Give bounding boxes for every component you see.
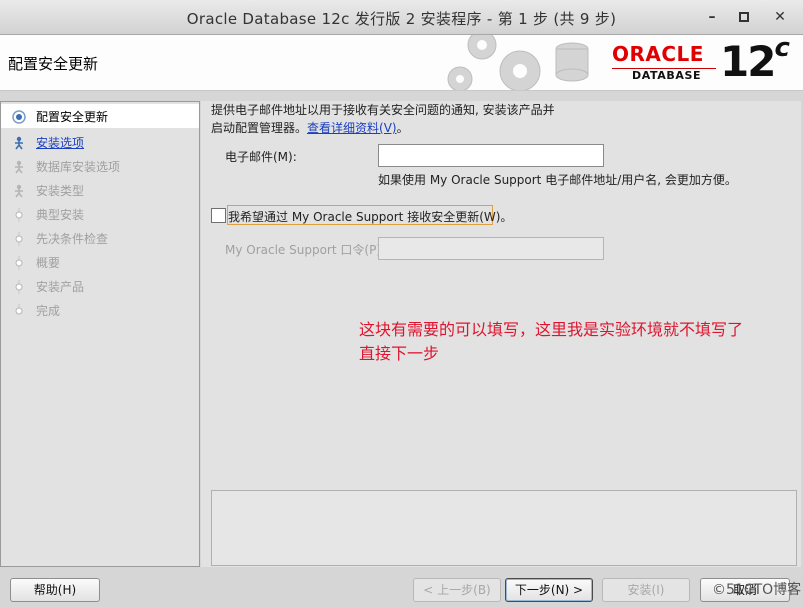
step-install-options[interactable]: 安装选项 bbox=[1, 130, 199, 154]
description-line-2: 启动配置管理器。查看详细资料(V)。 bbox=[211, 119, 771, 137]
maximize-button[interactable] bbox=[734, 8, 754, 26]
gears-graphic bbox=[447, 35, 589, 90]
step-walker-icon bbox=[15, 160, 23, 174]
description-line-1: 提供电子邮件地址以用于接收有关安全问题的通知, 安装该产品并 bbox=[211, 103, 555, 117]
step-label: 安装产品 bbox=[36, 280, 85, 294]
page-header: 配置安全更新 ORACLE DATABASE 12c bbox=[0, 35, 803, 91]
annotation-line-1: 这块有需要的可以填写，这里我是实验环境就不填写了 bbox=[359, 320, 744, 339]
step-walker-icon bbox=[15, 136, 23, 150]
email-field[interactable] bbox=[378, 144, 604, 167]
close-button[interactable]: ✕ bbox=[770, 8, 790, 26]
step-prerequisite-checks: 先决条件检查 bbox=[1, 226, 199, 250]
password-label: My Oracle Support 口令(P): bbox=[225, 243, 386, 257]
description: 提供电子邮件地址以用于接收有关安全问题的通知, 安装该产品并 启动配置管理器。查… bbox=[211, 101, 771, 137]
receive-updates-checkbox[interactable] bbox=[211, 208, 226, 223]
view-details-link[interactable]: 查看详细资料(V) bbox=[307, 121, 397, 135]
step-label: 概要 bbox=[36, 256, 61, 270]
step-install-product: 安装产品 bbox=[1, 274, 199, 298]
step-pending-icon bbox=[15, 280, 23, 294]
window-title: Oracle Database 12c 发行版 2 安装程序 - 第 1 步 (… bbox=[186, 10, 617, 28]
step-pending-icon bbox=[15, 232, 23, 246]
email-label: 电子邮件(M): bbox=[225, 150, 297, 164]
step-navigation: 配置安全更新 安装选项 数据库安装选项 安装类型 典型安装 先决条件检查 概要 … bbox=[0, 101, 200, 567]
step-finish: 完成 bbox=[1, 298, 199, 322]
version-logo: 12c bbox=[720, 35, 790, 86]
next-button[interactable]: 下一步(N) > bbox=[505, 578, 593, 602]
step-pending-icon bbox=[15, 304, 23, 315]
logo-divider bbox=[612, 68, 716, 69]
back-button[interactable]: < 上一步(B) bbox=[413, 578, 501, 602]
annotation-line-2: 直接下一步 bbox=[359, 344, 440, 363]
step-label: 先决条件检查 bbox=[36, 232, 109, 246]
install-button[interactable]: 安装(I) bbox=[602, 578, 690, 602]
help-button[interactable]: 帮助(H) bbox=[10, 578, 100, 602]
receive-updates-label[interactable]: 我希望通过 My Oracle Support 接收安全更新(W)。 bbox=[228, 208, 512, 225]
watermark: ©51CTO博客 bbox=[712, 582, 802, 598]
oracle-logo-text: ORACLE bbox=[612, 42, 704, 66]
red-annotation: 这块有需要的可以填写，这里我是实验环境就不填写了 直接下一步 bbox=[359, 318, 799, 366]
step-install-type: 安装类型 bbox=[1, 178, 199, 202]
page-title: 配置安全更新 bbox=[8, 55, 99, 73]
step-typical-install: 典型安装 bbox=[1, 202, 199, 226]
step-label: 典型安装 bbox=[36, 208, 85, 222]
step-pending-icon bbox=[15, 208, 23, 222]
window-titlebar: Oracle Database 12c 发行版 2 安装程序 - 第 1 步 (… bbox=[0, 0, 803, 35]
email-hint: 如果使用 My Oracle Support 电子邮件地址/用户名, 会更加方便… bbox=[378, 173, 737, 187]
step-label: 配置安全更新 bbox=[36, 110, 109, 124]
minimize-button[interactable]: – bbox=[702, 8, 722, 26]
step-label: 安装选项 bbox=[36, 136, 85, 150]
version-number: 12 bbox=[720, 37, 776, 86]
password-field[interactable] bbox=[378, 237, 604, 260]
step-label: 安装类型 bbox=[36, 184, 85, 198]
step-walker-icon bbox=[15, 184, 23, 198]
step-label: 完成 bbox=[36, 304, 61, 318]
message-area bbox=[211, 490, 797, 566]
description-text: 启动配置管理器。 bbox=[211, 121, 308, 135]
version-suffix: c bbox=[774, 35, 789, 63]
maximize-icon bbox=[739, 12, 749, 22]
main-panel: 提供电子邮件地址以用于接收有关安全问题的通知, 安装该产品并 启动配置管理器。查… bbox=[201, 101, 801, 567]
step-database-install-options: 数据库安装选项 bbox=[1, 154, 199, 178]
step-pending-icon bbox=[15, 256, 23, 270]
step-configure-security-updates[interactable]: 配置安全更新 bbox=[1, 104, 199, 128]
step-summary: 概要 bbox=[1, 250, 199, 274]
step-current-icon bbox=[12, 110, 26, 124]
description-suffix: 。 bbox=[396, 121, 409, 135]
oracle-logo: ORACLE DATABASE bbox=[612, 43, 717, 82]
database-logo-text: DATABASE bbox=[632, 69, 702, 82]
step-label: 数据库安装选项 bbox=[36, 160, 121, 174]
footer-bar: 帮助(H) < 上一步(B) 下一步(N) > 安装(I) 取消 bbox=[0, 567, 803, 608]
